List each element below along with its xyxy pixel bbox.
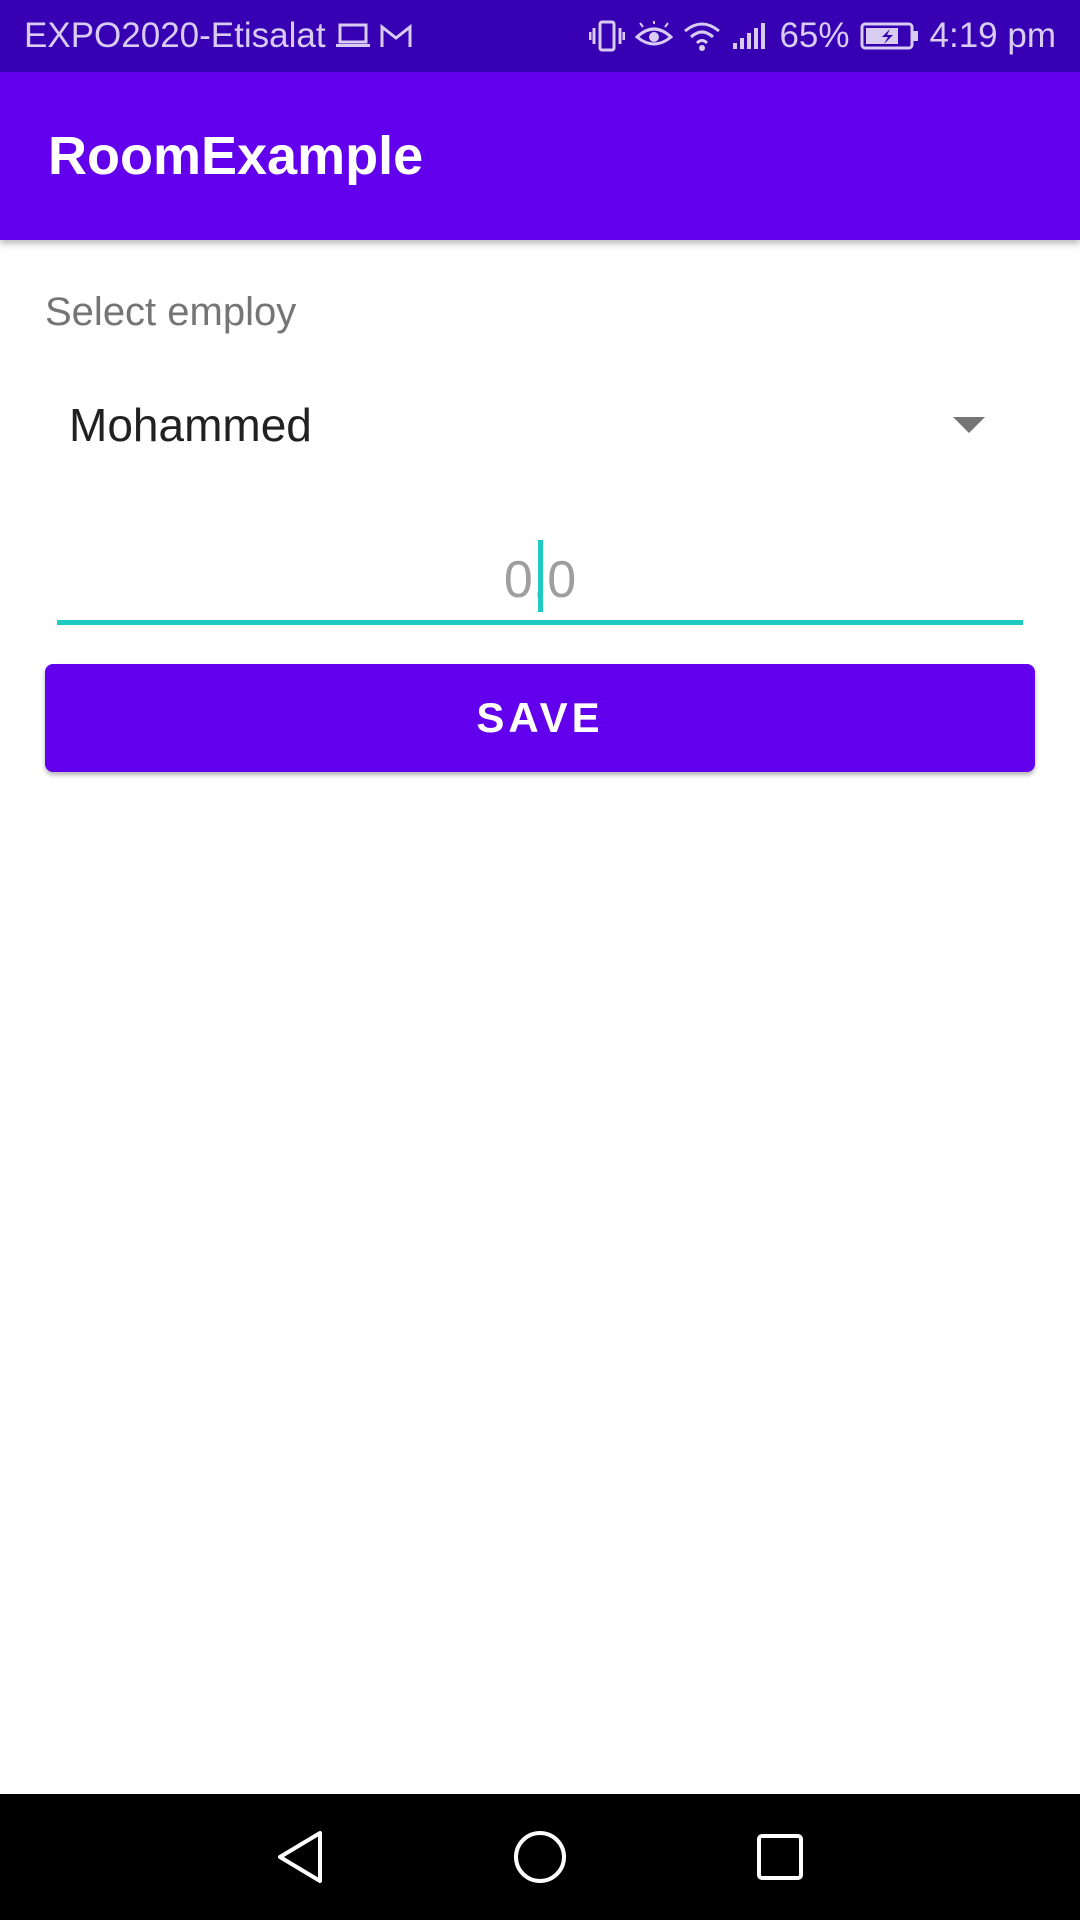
home-button[interactable] xyxy=(420,1794,660,1920)
status-left: EXPO2020-Etisalat xyxy=(24,16,412,56)
navigation-bar xyxy=(0,1794,1080,1920)
employee-spinner[interactable]: Mohammed xyxy=(45,385,1005,465)
battery-charging-icon xyxy=(860,21,920,51)
employee-label: Select employ xyxy=(45,290,297,334)
text-cursor xyxy=(538,540,543,612)
save-button[interactable]: SAVE xyxy=(45,664,1035,772)
gmail-icon xyxy=(380,23,412,49)
back-button[interactable] xyxy=(180,1794,420,1920)
carrier-name: EXPO2020-Etisalat xyxy=(24,16,326,55)
app-bar: RoomExample xyxy=(0,72,1080,240)
back-icon xyxy=(278,1831,322,1883)
employee-selected-value: Mohammed xyxy=(69,399,312,451)
signal-icon xyxy=(731,21,769,51)
recents-button[interactable] xyxy=(660,1794,900,1920)
eye-icon xyxy=(635,21,674,51)
status-right: 65% 4:19 pm xyxy=(589,16,1056,56)
home-icon xyxy=(514,1831,566,1883)
recents-icon xyxy=(757,1834,803,1880)
laptop-icon xyxy=(335,22,370,50)
wifi-icon xyxy=(683,21,721,51)
amount-input-underline xyxy=(57,620,1023,625)
vibrate-icon xyxy=(589,19,626,53)
clock: 4:19 pm xyxy=(929,16,1056,55)
dropdown-arrow-icon xyxy=(953,417,985,433)
battery-percent: 65% xyxy=(779,16,850,55)
status-bar: EXPO2020-Etisalat 65% 4:19 pm xyxy=(0,0,1080,72)
app-title: RoomExample xyxy=(48,126,424,186)
